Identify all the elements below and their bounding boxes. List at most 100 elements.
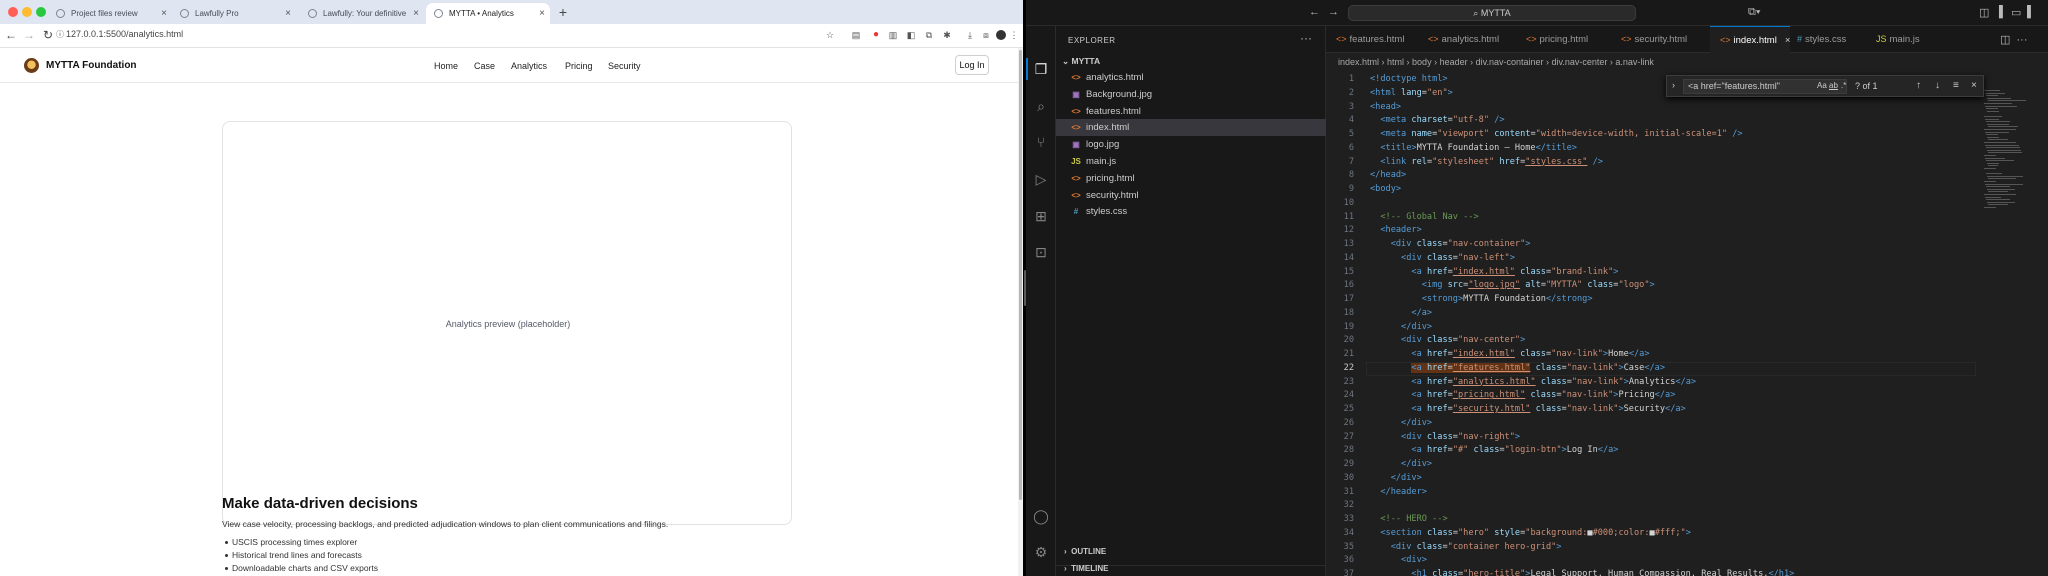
extensions-icon[interactable]: ⊞: [1033, 208, 1049, 224]
menu-kebab-icon[interactable]: ⋮: [1009, 30, 1019, 40]
timeline-section[interactable]: › TIMELINE: [1064, 564, 1108, 573]
code-token: </strong>: [1545, 294, 1593, 304]
bookmark-star-icon[interactable]: ☆: [825, 30, 835, 40]
file-item[interactable]: # styles.css: [1056, 203, 1326, 220]
browser-tab-project-files[interactable]: Project files review ×: [48, 3, 172, 24]
editor-tab[interactable]: <> analytics.html: [1418, 26, 1499, 53]
code-editor[interactable]: 1 <!doctype html> 2 <html lang="en"> 3 <head>…: [1326, 72, 1976, 576]
nav-back-icon[interactable]: ←: [1309, 6, 1320, 18]
forward-icon[interactable]: →: [22, 28, 36, 42]
run-debug-icon[interactable]: ▷: [1033, 171, 1049, 187]
browser-tab-lawfully[interactable]: Lawfully: Your definitive US ...×: [300, 3, 424, 24]
minimap-line: [1988, 165, 1998, 167]
extension-record-icon[interactable]: ●: [871, 30, 881, 40]
nav-case[interactable]: Case: [474, 61, 495, 71]
nav-pricing[interactable]: Pricing: [565, 61, 593, 71]
nav-home[interactable]: Home: [434, 61, 458, 71]
match-word-icon[interactable]: ab: [1829, 81, 1838, 90]
back-icon[interactable]: ←: [4, 28, 18, 42]
file-item[interactable]: ▣ logo.jpg: [1056, 136, 1326, 153]
file-item[interactable]: <> security.html: [1056, 187, 1326, 204]
close-window-icon[interactable]: [8, 7, 18, 17]
extension-icon[interactable]: ▤: [851, 30, 861, 40]
new-tab-icon[interactable]: +: [556, 4, 570, 20]
extension-icon[interactable]: ⧈: [981, 30, 991, 40]
breadcrumb-item[interactable]: div.nav-container: [1476, 57, 1544, 67]
extension-icon[interactable]: ◧: [906, 30, 916, 40]
split-editor-icon[interactable]: ◫ ···: [2000, 33, 2028, 46]
breadcrumb-item[interactable]: header: [1440, 57, 1468, 67]
puzzle-icon[interactable]: ✱: [942, 30, 952, 40]
reload-icon[interactable]: ↻: [41, 28, 55, 42]
brand-name[interactable]: MYTTA Foundation: [46, 60, 137, 71]
copilot-chat-icon[interactable]: ◫: [1979, 6, 1989, 19]
find-in-selection-icon[interactable]: ≡: [1953, 80, 1959, 91]
next-match-icon[interactable]: ↓: [1935, 80, 1940, 91]
copilot-icon[interactable]: ⧉▾: [1748, 6, 1760, 19]
close-tab-icon[interactable]: ×: [408, 8, 424, 19]
minimap[interactable]: [1976, 72, 2048, 576]
brand-logo[interactable]: [24, 58, 39, 73]
browser-tab-lawfully-pro[interactable]: Lawfully Pro ×: [172, 3, 296, 24]
breadcrumb-item[interactable]: index.html: [1338, 57, 1379, 67]
settings-gear-icon[interactable]: ⚙: [1033, 544, 1049, 560]
editor-tab[interactable]: # styles.css: [1787, 26, 1846, 53]
remote-explorer-icon[interactable]: ⊡: [1033, 244, 1049, 260]
close-find-icon[interactable]: ×: [1971, 80, 1977, 91]
file-item[interactable]: JS main.js: [1056, 153, 1326, 170]
maximize-window-icon[interactable]: [36, 7, 46, 17]
file-item[interactable]: <> features.html: [1056, 103, 1326, 120]
scrollbar-thumb[interactable]: [1019, 50, 1022, 500]
download-icon[interactable]: ⤓: [965, 30, 975, 40]
login-button[interactable]: Log In: [955, 55, 989, 75]
code-line: <a href="security.html" class="nav-link"…: [1370, 404, 1685, 414]
file-item[interactable]: ▣ Background.jpg: [1056, 86, 1326, 103]
browser-tab-analytics[interactable]: MYTTA • Analytics ×: [426, 3, 550, 24]
minimap-line: [1984, 181, 1996, 182]
extension-icon[interactable]: ⧉: [924, 30, 934, 40]
editor-tab[interactable]: <> index.html ×: [1710, 26, 1791, 53]
code-token: "MYTTA": [1546, 280, 1583, 291]
toggle-replace-icon[interactable]: ›: [1672, 80, 1675, 90]
previous-match-icon[interactable]: ↑: [1916, 80, 1921, 91]
breadcrumb-item[interactable]: body: [1412, 57, 1432, 67]
breadcrumb-item[interactable]: html: [1387, 57, 1404, 67]
search-icon[interactable]: ⌕: [1033, 98, 1049, 114]
source-control-icon[interactable]: ⑂: [1033, 134, 1049, 150]
site-info-icon[interactable]: ⓘ: [55, 30, 65, 40]
explorer-icon[interactable]: ❐: [1033, 61, 1049, 77]
close-tab-icon[interactable]: ×: [156, 8, 172, 19]
file-item[interactable]: <> pricing.html: [1056, 170, 1326, 187]
minimize-window-icon[interactable]: [22, 7, 32, 17]
command-center-search[interactable]: ⌕ MYTTA: [1348, 5, 1636, 21]
more-actions-icon[interactable]: ···: [1300, 31, 1312, 45]
breadcrumb-item[interactable]: a.nav-link: [1615, 57, 1654, 67]
match-case-icon[interactable]: Aa: [1817, 81, 1827, 90]
close-tab-icon[interactable]: ×: [280, 8, 296, 19]
editor-tab[interactable]: <> features.html: [1326, 26, 1404, 53]
lawfully-icon: [180, 9, 189, 18]
toggle-panel-icon[interactable]: ▭: [2011, 6, 2021, 19]
file-item[interactable]: <> index.html: [1056, 119, 1326, 137]
regex-icon[interactable]: .*: [1841, 81, 1846, 90]
editor-tab[interactable]: <> pricing.html: [1516, 26, 1588, 53]
profile-avatar-icon[interactable]: [996, 30, 1006, 40]
address-bar[interactable]: 127.0.0.1:5500/analytics.html: [66, 29, 183, 39]
nav-analytics[interactable]: Analytics: [511, 61, 547, 71]
close-tab-icon[interactable]: ×: [534, 8, 550, 19]
breadcrumb-item[interactable]: div.nav-center: [1551, 57, 1607, 67]
file-item[interactable]: <> analytics.html: [1056, 69, 1326, 86]
outline-section[interactable]: › OUTLINE: [1064, 547, 1106, 556]
extension-icon[interactable]: ▥: [888, 30, 898, 40]
workspace-folder[interactable]: ⌄ MYTTA: [1062, 56, 1100, 67]
toggle-primary-sidebar-icon[interactable]: ▐: [1995, 6, 2003, 18]
account-icon[interactable]: ◯: [1033, 508, 1049, 524]
nav-forward-icon[interactable]: →: [1328, 6, 1339, 18]
toggle-secondary-sidebar-icon[interactable]: ▌: [2027, 6, 2035, 18]
file-type-icon: <>: [1621, 34, 1632, 44]
editor-tab[interactable]: <> security.html: [1611, 26, 1687, 53]
editor-tab[interactable]: JS main.js: [1866, 26, 1920, 53]
nav-security[interactable]: Security: [608, 61, 641, 71]
